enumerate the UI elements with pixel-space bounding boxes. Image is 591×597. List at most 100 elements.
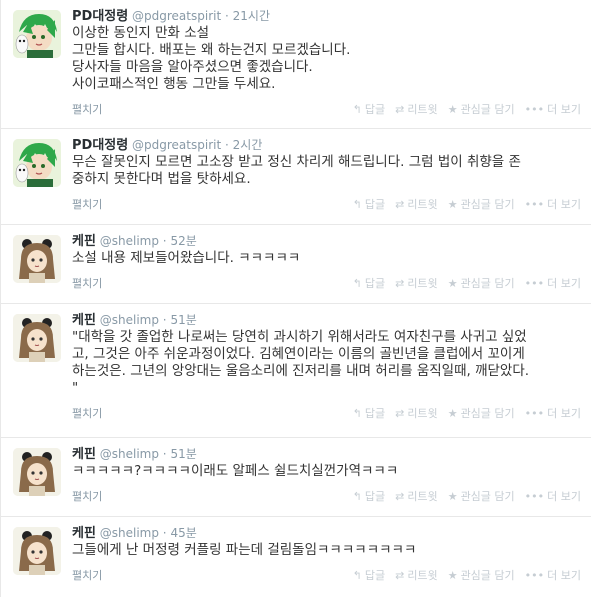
tweet-footer: 펼치기 ↰ 답글 ⇄ 리트윗 ★ 관심글 담기 ••• 더 보기: [72, 98, 581, 120]
favorite-button[interactable]: ★ 관심글 담기: [448, 196, 515, 212]
more-label: 더 보기: [547, 198, 581, 211]
tweet-stream: PD대정령 @pdgreatspirit · 21시간 이상한 동인지 만화 소…: [0, 0, 591, 597]
author-handle[interactable]: @shelimp: [100, 234, 159, 248]
avatar-bear-ears-girl[interactable]: [13, 448, 61, 496]
reply-label: 답글: [364, 490, 386, 503]
ellipsis-icon: •••: [524, 197, 545, 211]
tweet-time[interactable]: 51분: [170, 447, 196, 461]
tweet-time[interactable]: 51분: [170, 313, 196, 327]
retweet-button[interactable]: ⇄ 리트윗: [395, 567, 438, 583]
tweet-item[interactable]: PD대정령 @pdgreatspirit · 2시간 무슨 잘못인지 모르면 고…: [1, 129, 591, 225]
retweet-label: 리트윗: [407, 569, 438, 582]
separator-dot: ·: [162, 313, 167, 327]
retweet-button[interactable]: ⇄ 리트윗: [395, 488, 438, 504]
tweet-actions: ↰ 답글 ⇄ 리트윗 ★ 관심글 담기 ••• 더 보기: [353, 275, 581, 291]
author-handle[interactable]: @shelimp: [100, 526, 159, 540]
tweet-text: 무슨 잘못인지 모르면 고소장 받고 정신 차리게 해드립니다. 그럼 법이 취…: [72, 154, 581, 188]
expand-link[interactable]: 펼치기: [72, 488, 102, 504]
author-name[interactable]: 케핀: [72, 526, 96, 541]
tweet-header: 케핀 @shelimp · 51분: [72, 447, 581, 462]
retweet-label: 리트윗: [407, 407, 438, 420]
expand-link[interactable]: 펼치기: [72, 101, 102, 117]
reply-label: 답글: [364, 407, 386, 420]
reply-button[interactable]: ↰ 답글: [353, 405, 385, 421]
ellipsis-icon: •••: [524, 406, 545, 420]
tweet-actions: ↰ 답글 ⇄ 리트윗 ★ 관심글 담기 ••• 더 보기: [353, 101, 581, 117]
retweet-icon: ⇄: [395, 406, 405, 420]
tweet-time[interactable]: 21시간: [233, 9, 270, 23]
more-button[interactable]: ••• 더 보기: [525, 567, 581, 583]
tweet-text-line: 당사자들 마음을 알아주셨으면 좋겠습니다.: [72, 59, 313, 75]
tweet-text: 이상한 동인지 만화 소설 그만들 합시다. 배포는 왜 하는건지 모르겠습니다…: [72, 25, 581, 93]
favorite-button[interactable]: ★ 관심글 담기: [448, 275, 515, 291]
tweet-item[interactable]: 케핀 @shelimp · 51분 ㅋㅋㅋㅋㅋ?ㅋㅋㅋㅋ이래도 알페스 쉴드치실…: [1, 438, 591, 517]
retweet-label: 리트윗: [407, 490, 438, 503]
tweet-text-line: 그들에게 난 머정령 커플링 파는데 걸림돌임ㅋㅋㅋㅋㅋㅋㅋㅋ: [72, 542, 417, 558]
retweet-button[interactable]: ⇄ 리트윗: [395, 405, 438, 421]
separator-dot: ·: [162, 447, 167, 461]
more-label: 더 보기: [547, 277, 581, 290]
expand-link[interactable]: 펼치기: [72, 567, 102, 583]
more-button[interactable]: ••• 더 보기: [525, 196, 581, 212]
retweet-label: 리트윗: [407, 198, 438, 211]
tweet-text: 소설 내용 제보들어왔습니다. ㅋㅋㅋㅋㅋ: [72, 250, 581, 267]
avatar-bear-ears-girl[interactable]: [13, 235, 61, 283]
tweet-header: PD대정령 @pdgreatspirit · 2시간: [72, 138, 581, 153]
tweet-actions: ↰ 답글 ⇄ 리트윗 ★ 관심글 담기 ••• 더 보기: [353, 567, 581, 583]
favorite-label: 관심글 담기: [460, 277, 515, 290]
reply-icon: ↰: [352, 276, 362, 290]
tweet-footer: 펼치기 ↰ 답글 ⇄ 리트윗 ★ 관심글 담기 ••• 더 보기: [72, 402, 581, 424]
tweet-item[interactable]: 케핀 @shelimp · 52분 소설 내용 제보들어왔습니다. ㅋㅋㅋㅋㅋ …: [1, 225, 591, 304]
reply-button[interactable]: ↰ 답글: [353, 488, 385, 504]
reply-icon: ↰: [352, 102, 362, 116]
retweet-icon: ⇄: [395, 489, 405, 503]
more-button[interactable]: ••• 더 보기: [525, 488, 581, 504]
retweet-button[interactable]: ⇄ 리트윗: [395, 101, 438, 117]
tweet-actions: ↰ 답글 ⇄ 리트윗 ★ 관심글 담기 ••• 더 보기: [353, 488, 581, 504]
author-name[interactable]: 케핀: [72, 447, 96, 462]
tweet-text: ㅋㅋㅋㅋㅋ?ㅋㅋㅋㅋ이래도 알페스 쉴드치실껀가역ㅋㅋㅋ: [72, 463, 581, 480]
author-handle[interactable]: @pdgreatspirit: [132, 9, 221, 23]
reply-button[interactable]: ↰ 답글: [353, 275, 385, 291]
favorite-label: 관심글 담기: [460, 490, 515, 503]
separator-dot: ·: [162, 234, 167, 248]
star-icon: ★: [447, 406, 458, 420]
tweet-item[interactable]: PD대정령 @pdgreatspirit · 21시간 이상한 동인지 만화 소…: [1, 0, 591, 129]
expand-link[interactable]: 펼치기: [72, 405, 102, 421]
reply-button[interactable]: ↰ 답글: [353, 196, 385, 212]
tweet-time[interactable]: 52분: [170, 234, 196, 248]
tweet-time[interactable]: 2시간: [233, 138, 263, 152]
expand-link[interactable]: 펼치기: [72, 275, 102, 291]
ellipsis-icon: •••: [524, 568, 545, 582]
retweet-button[interactable]: ⇄ 리트윗: [395, 275, 438, 291]
author-name[interactable]: PD대정령: [72, 9, 128, 24]
retweet-button[interactable]: ⇄ 리트윗: [395, 196, 438, 212]
tweet-actions: ↰ 답글 ⇄ 리트윗 ★ 관심글 담기 ••• 더 보기: [353, 196, 581, 212]
more-button[interactable]: ••• 더 보기: [525, 275, 581, 291]
author-handle[interactable]: @pdgreatspirit: [132, 138, 221, 152]
author-name[interactable]: PD대정령: [72, 138, 128, 153]
favorite-button[interactable]: ★ 관심글 담기: [448, 101, 515, 117]
avatar-green-hair[interactable]: [13, 139, 61, 187]
tweet-item[interactable]: 케핀 @shelimp · 45분 그들에게 난 머정령 커플링 파는데 걸림돌…: [1, 517, 591, 597]
ellipsis-icon: •••: [524, 276, 545, 290]
favorite-button[interactable]: ★ 관심글 담기: [448, 488, 515, 504]
author-handle[interactable]: @shelimp: [100, 447, 159, 461]
author-name[interactable]: 케핀: [72, 313, 96, 328]
tweet-time[interactable]: 45분: [170, 526, 196, 540]
retweet-icon: ⇄: [395, 102, 405, 116]
avatar-bear-ears-girl[interactable]: [13, 314, 61, 362]
avatar-bear-ears-girl[interactable]: [13, 527, 61, 575]
favorite-button[interactable]: ★ 관심글 담기: [448, 567, 515, 583]
reply-button[interactable]: ↰ 답글: [353, 101, 385, 117]
more-button[interactable]: ••• 더 보기: [525, 405, 581, 421]
more-button[interactable]: ••• 더 보기: [525, 101, 581, 117]
expand-link[interactable]: 펼치기: [72, 196, 102, 212]
avatar-green-hair[interactable]: [13, 10, 61, 58]
tweet-header: PD대정령 @pdgreatspirit · 21시간: [72, 9, 581, 24]
author-name[interactable]: 케핀: [72, 234, 96, 249]
favorite-button[interactable]: ★ 관심글 담기: [448, 405, 515, 421]
tweet-item[interactable]: 케핀 @shelimp · 51분 "대학을 갓 졸업한 나로써는 당연히 과시…: [1, 304, 591, 438]
reply-button[interactable]: ↰ 답글: [353, 567, 385, 583]
author-handle[interactable]: @shelimp: [100, 313, 159, 327]
